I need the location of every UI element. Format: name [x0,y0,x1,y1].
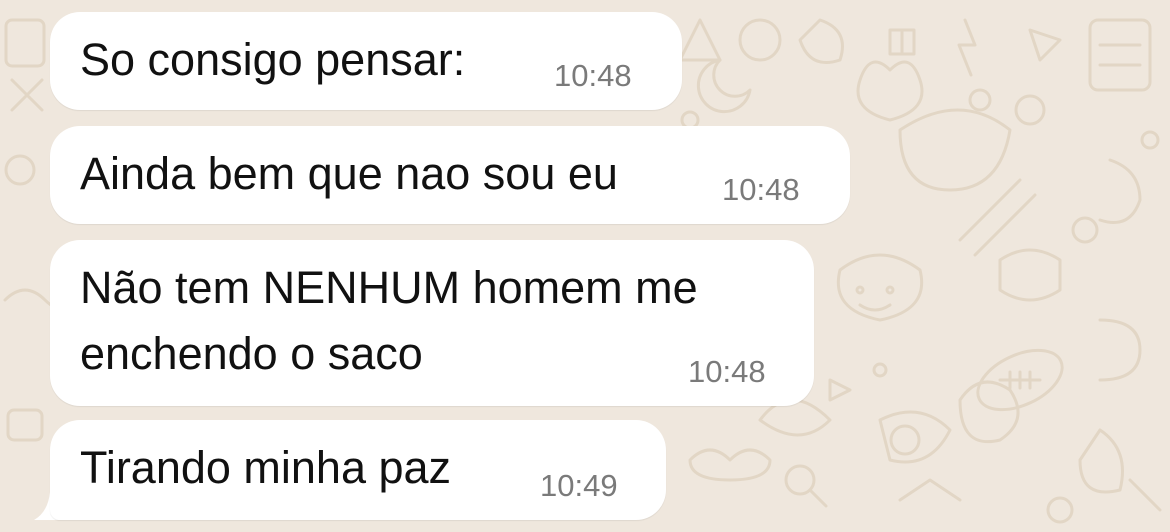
message-text: Tirando minha paz [80,442,452,493]
message-timestamp: 10:48 [688,354,766,389]
message-bubble[interactable]: Não tem NENHUM homem me enchendo o saco … [50,240,814,406]
message-timestamp: 10:49 [540,468,618,503]
message-timestamp: 10:48 [722,172,800,207]
message-bubble[interactable]: So consigo pensar: 10:48 [50,12,682,110]
message-text-line-2: enchendo o saco [80,328,423,379]
message-text: Ainda bem que nao sou eu [80,148,618,199]
message-text-line-1: Não tem NENHUM homem me [80,262,698,313]
message-text: So consigo pensar: [80,34,466,85]
chat-message-list: So consigo pensar: 10:48 Ainda bem que n… [0,0,1170,532]
message-bubble[interactable]: Ainda bem que nao sou eu 10:48 [50,126,850,224]
message-timestamp: 10:48 [554,58,632,93]
message-bubble[interactable]: Tirando minha paz 10:49 [50,420,666,520]
